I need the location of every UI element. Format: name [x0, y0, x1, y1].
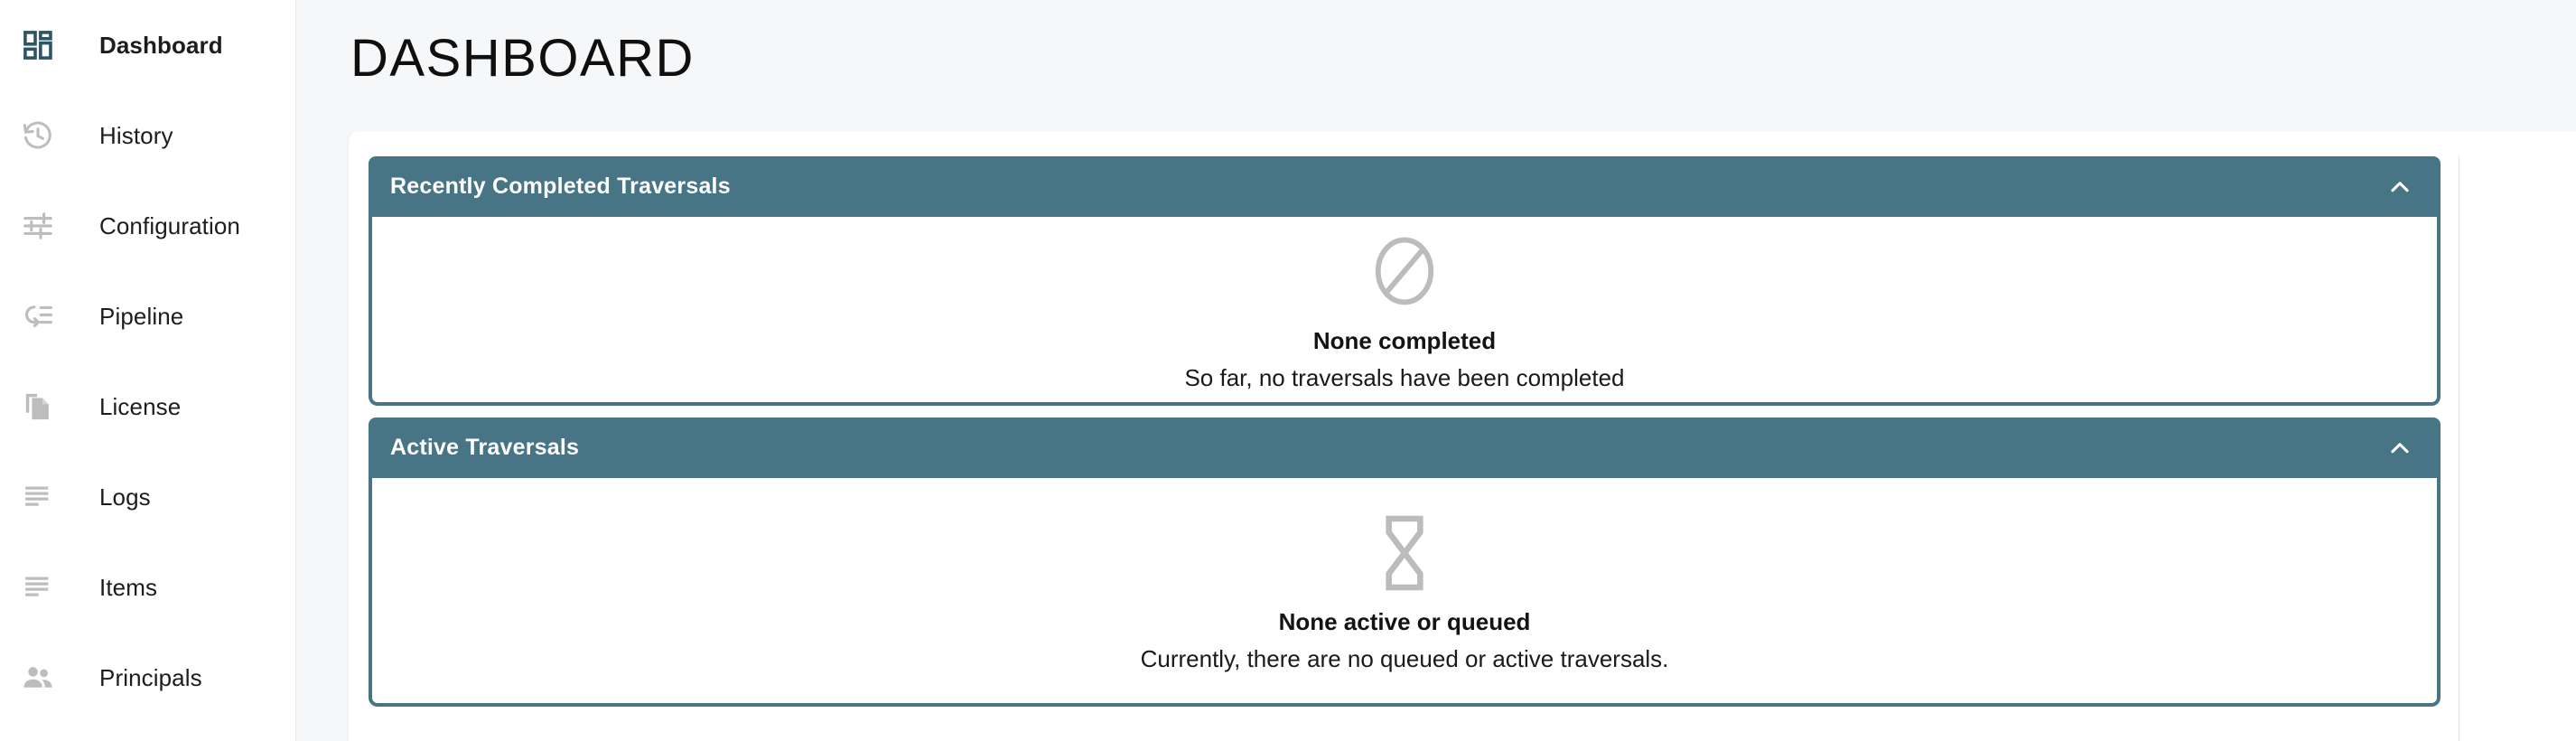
cards-container: Recently Completed Traversals None compl… — [349, 131, 2459, 741]
app-root: Dashboard History Configuration Pipeline… — [0, 0, 2576, 741]
card-active-traversals: Active Traversals None active or queued … — [369, 417, 2441, 707]
sidebar-nav: Dashboard History Configuration Pipeline… — [0, 0, 296, 741]
page-title: DASHBOARD — [350, 29, 695, 88]
card-title: Recently Completed Traversals — [390, 174, 731, 199]
card-title: Active Traversals — [390, 435, 580, 460]
dashboard-grid-icon — [13, 29, 63, 61]
sidebar-item-configuration[interactable]: Configuration — [0, 181, 295, 271]
sidebar-item-label: History — [99, 121, 173, 149]
card-header[interactable]: Recently Completed Traversals — [369, 156, 2441, 217]
hourglass-icon — [1379, 515, 1430, 596]
empty-state-subtitle: Currently, there are no queued or active… — [1140, 645, 1669, 672]
card-recently-completed-traversals: Recently Completed Traversals None compl… — [369, 156, 2441, 406]
empty-state-title: None completed — [1312, 327, 1497, 354]
sidebar-item-label: License — [99, 392, 182, 420]
card-body: None completed So far, no traversals hav… — [369, 217, 2441, 406]
sidebar-item-items[interactable]: Items — [0, 542, 295, 633]
fab-rail — [2459, 156, 2576, 741]
chevron-up-icon[interactable] — [2385, 172, 2415, 202]
sidebar-item-logs[interactable]: Logs — [0, 452, 295, 542]
sidebar-item-label: Pipeline — [99, 302, 184, 330]
sidebar-item-label: Dashboard — [99, 31, 223, 59]
lines-list-icon — [13, 481, 63, 513]
content-panel: Recently Completed Traversals None compl… — [349, 131, 2576, 741]
history-clock-icon — [13, 119, 63, 152]
sliders-icon — [13, 210, 63, 242]
card-spacer — [369, 411, 2459, 417]
empty-state-title: None active or queued — [1278, 608, 1531, 635]
sidebar-item-label: Configuration — [99, 211, 240, 239]
lines-list-icon — [13, 571, 63, 604]
empty-state-subtitle: So far, no traversals have been complete… — [1184, 364, 1625, 391]
chevron-up-icon[interactable] — [2385, 433, 2415, 464]
sidebar-item-label: Logs — [99, 483, 151, 511]
card-body: None active or queued Currently, there a… — [369, 478, 2441, 707]
card-header[interactable]: Active Traversals — [369, 417, 2441, 478]
sidebar-item-label: Principals — [99, 663, 202, 691]
sidebar-item-dashboard[interactable]: Dashboard — [0, 0, 295, 90]
main-content: DASHBOARD Recently Completed Traversals — [296, 0, 2576, 741]
document-copy-icon — [13, 390, 63, 423]
no-entry-circle-slash-icon — [1369, 232, 1440, 314]
pipeline-icon — [13, 300, 63, 333]
sidebar-item-label: Items — [99, 573, 158, 601]
people-icon — [13, 661, 63, 694]
sidebar-item-license[interactable]: License — [0, 361, 295, 452]
sidebar-item-history[interactable]: History — [0, 90, 295, 181]
sidebar-item-pipeline[interactable]: Pipeline — [0, 271, 295, 361]
sidebar-item-principals[interactable]: Principals — [0, 633, 295, 723]
